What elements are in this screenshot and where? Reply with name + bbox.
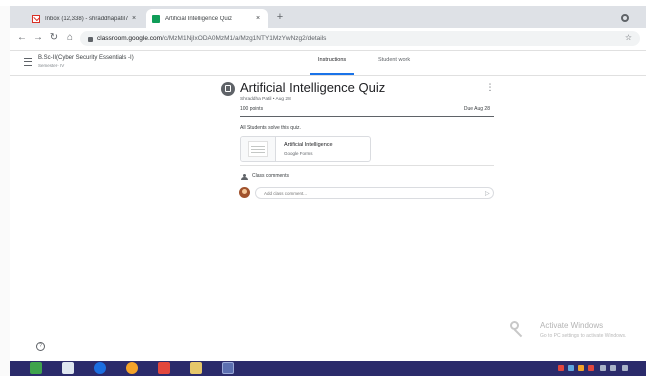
people-icon — [241, 174, 249, 180]
activate-subtitle: Go to PC settings to activate Windows. — [540, 333, 627, 339]
tray-icon[interactable] — [558, 365, 564, 371]
attachment-title: Artificial Intelligence — [284, 142, 333, 148]
browser-profile-icon[interactable] — [621, 14, 629, 22]
assignment-meta: Shraddha Patil • Aug 28 — [240, 97, 291, 102]
volume-icon[interactable] — [610, 365, 616, 371]
classroom-header: B.Sc-II(Cyber Security Essentials -I) Se… — [10, 51, 646, 76]
help-icon[interactable]: ? — [36, 342, 45, 351]
activate-windows-watermark: Activate Windows Go to PC settings to ac… — [510, 318, 646, 346]
assignment-points: 100 points — [240, 106, 264, 112]
divider — [240, 165, 494, 166]
folder-icon[interactable] — [190, 362, 202, 374]
browser-icon[interactable] — [126, 362, 138, 374]
avatar — [239, 187, 250, 198]
class-name[interactable]: B.Sc-II(Cyber Security Essentials -I) — [38, 55, 134, 61]
tab-ai-quiz[interactable]: Artificial Intelligence Quiz × — [146, 9, 268, 28]
classroom-icon — [152, 14, 160, 23]
attachment-type: Google Forms — [284, 151, 313, 156]
browser-tab-strip: Inbox (12,338) - shraddhapatil7 × Artifi… — [10, 6, 646, 28]
tray-icon[interactable] — [568, 365, 574, 371]
tray-icon[interactable] — [588, 365, 594, 371]
tab-instructions[interactable]: Instructions — [310, 57, 355, 75]
assignment-due-date: Due Aug 28 — [463, 106, 490, 112]
lock-icon — [88, 37, 93, 42]
tab-title: Artificial Intelligence Quiz — [165, 15, 233, 22]
divider — [240, 116, 494, 117]
back-icon[interactable]: ← — [16, 32, 28, 44]
home-icon[interactable]: ⌂ — [64, 32, 76, 44]
assignment-icon — [221, 82, 235, 96]
internet-explorer-icon[interactable] — [94, 362, 106, 374]
attachment-card[interactable]: Artificial Intelligence Google Forms — [240, 136, 371, 162]
form-thumbnail — [241, 137, 276, 161]
file-manager-icon[interactable] — [30, 362, 42, 374]
address-bar[interactable]: classroom.google.com/c/MzM1NjIxODA0MzM1/… — [80, 31, 640, 46]
url-text: classroom.google.com/c/MzM1NjIxODA0MzM1/… — [97, 35, 327, 42]
key-icon — [510, 321, 524, 339]
send-icon[interactable]: ▷ — [485, 190, 490, 197]
new-tab-button[interactable]: + — [274, 11, 286, 23]
media-icon[interactable] — [158, 362, 170, 374]
assignment-instructions: All Students solve this quiz. — [240, 125, 301, 131]
tab-title: Inbox (12,338) - shraddhapatil7 — [45, 15, 129, 22]
comment-input[interactable] — [264, 190, 464, 197]
taskbar — [10, 361, 646, 376]
tab-student-work[interactable]: Student work — [370, 57, 418, 75]
comment-box[interactable]: ▷ — [255, 187, 494, 199]
gmail-icon — [32, 14, 40, 23]
tray-icon[interactable] — [578, 365, 584, 371]
reload-icon[interactable]: ↻ — [48, 32, 60, 44]
close-icon[interactable]: × — [130, 15, 138, 22]
forward-icon[interactable]: → — [32, 32, 44, 44]
activate-title: Activate Windows — [540, 321, 604, 330]
monitor-icon[interactable] — [62, 362, 74, 374]
assignment-title: Artificial Intelligence Quiz — [240, 80, 386, 95]
bookmark-star-icon[interactable]: ☆ — [625, 33, 632, 42]
battery-icon[interactable] — [622, 365, 628, 371]
close-icon[interactable]: × — [254, 15, 262, 22]
tab-inbox[interactable]: Inbox (12,338) - shraddhapatil7 × — [26, 9, 144, 28]
browser-toolbar: ← → ↻ ⌂ classroom.google.com/c/MzM1NjIxO… — [10, 28, 646, 51]
network-icon[interactable] — [600, 365, 606, 371]
class-comments-label[interactable]: Class comments — [252, 173, 289, 179]
app-icon[interactable] — [222, 362, 234, 374]
hamburger-menu-icon[interactable] — [24, 58, 32, 66]
window-frame — [0, 0, 10, 376]
class-section: Semester- IV — [38, 63, 65, 68]
more-options-icon[interactable]: ⋮ — [485, 82, 495, 93]
